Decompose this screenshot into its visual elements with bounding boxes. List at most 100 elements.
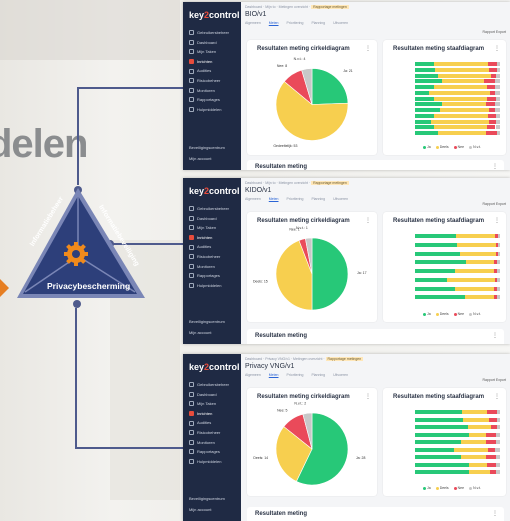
sidebar-item-inrichten[interactable]: Inrichten (183, 57, 241, 67)
tab-prioritering[interactable]: Prioritering (287, 373, 304, 377)
sidebar-item-monitoren[interactable]: Monitoren (183, 438, 241, 448)
sidebar-item-label: Gebruikersbeheer (197, 30, 230, 35)
bar-segment (489, 67, 497, 72)
sidebar-item-inrichten[interactable]: Inrichten (183, 409, 241, 419)
sidebar-item-dashboard[interactable]: Dashboard (183, 214, 241, 224)
bar-row (415, 432, 500, 437)
pie-card-menu-icon[interactable]: ⋮ (365, 393, 371, 400)
breadcrumb[interactable]: Dashboard · Mijn to · Metingen overzicht… (241, 178, 510, 185)
bar-chart (415, 62, 500, 137)
bar-segment (434, 113, 488, 118)
bar-segment (488, 108, 496, 113)
tab-planning[interactable]: Planning (311, 373, 325, 377)
sidebar-item-gebruikersbeheer[interactable]: Gebruikersbeheer (183, 28, 241, 38)
tab-planning[interactable]: Planning (311, 21, 325, 25)
sidebar-item-audities[interactable]: Audities (183, 66, 241, 76)
app-window-3: key2control Gebruikersbeheer Dashboard Mij… (183, 354, 510, 521)
pie-chart-card: Resultaten meting cirkeldiagram ⋮ Ja: 28… (247, 388, 377, 496)
sidebar-item-label: Gebruikersbeheer (197, 382, 230, 387)
sidebar-item-mijn-taken[interactable]: Mijn Taken (183, 399, 241, 409)
tab-planning[interactable]: Planning (311, 197, 325, 201)
bar-chart-title: Resultaten meting staafdiagram (393, 394, 485, 400)
sidebar: key2control Gebruikersbeheer Dashboard Mij… (183, 354, 241, 521)
tab-meten[interactable]: Meten (269, 373, 279, 377)
sidebar-item-gebruikersbeheer[interactable]: Gebruikersbeheer (183, 204, 241, 214)
bar-row (415, 113, 500, 118)
sidebar-footer-item[interactable]: Beveiligingscentrum (189, 493, 225, 504)
nav-icon (189, 244, 194, 250)
key2control-logo[interactable]: key2control (183, 178, 241, 196)
bar-segment (455, 234, 496, 238)
bar-card-menu-icon[interactable]: ⋮ (494, 393, 500, 400)
sidebar-item-gebruikersbeheer[interactable]: Gebruikersbeheer (183, 380, 241, 390)
sidebar-item-rapportages[interactable]: Rapportages (183, 271, 241, 281)
tab-prioritering[interactable]: Prioritering (287, 21, 304, 25)
sidebar-item-inrichten[interactable]: Inrichten (183, 233, 241, 243)
sidebar-item-audities[interactable]: Audities (183, 242, 241, 252)
app-window-1: key2control Gebruikersbeheer Dashboard Mij… (183, 2, 510, 170)
sidebar-item-hulpmiddelen[interactable]: Hulpmiddelen (183, 105, 241, 115)
bar-segment (415, 234, 456, 238)
sidebar-item-hulpmiddelen[interactable]: Hulpmiddelen (183, 281, 241, 291)
results-card-menu-icon[interactable]: ⋮ (492, 510, 498, 517)
tab-uitvoeren[interactable]: Uitvoeren (333, 373, 348, 377)
bar-segment (415, 462, 470, 467)
bar-segment (496, 295, 500, 300)
export-button[interactable]: Rapport Export (482, 30, 506, 34)
sidebar-item-hulpmiddelen[interactable]: Hulpmiddelen (183, 457, 241, 467)
results-card-menu-icon[interactable]: ⋮ (492, 332, 498, 339)
breadcrumb[interactable]: Dashboard · Privacy VNG/v1 · Metingen ov… (241, 354, 510, 361)
sidebar-footer-item[interactable]: Mijn account (189, 153, 225, 164)
sidebar-item-label: Hulpmiddelen (197, 458, 222, 464)
pie-card-menu-icon[interactable]: ⋮ (365, 217, 371, 224)
sidebar-item-rapportages[interactable]: Rapportages (183, 447, 241, 457)
sidebar-nav: Gebruikersbeheer Dashboard Mijn Taken Inric… (183, 380, 241, 466)
sidebar-item-risicobeheer[interactable]: Risicobeheer (183, 76, 241, 86)
sidebar-item-mijn-taken[interactable]: Mijn Taken (183, 223, 241, 233)
bar-card-menu-icon[interactable]: ⋮ (494, 217, 500, 224)
export-button[interactable]: Rapport Export (482, 378, 506, 382)
sidebar-footer-item[interactable]: Beveiligingscentrum (189, 316, 225, 327)
pie-card-menu-icon[interactable]: ⋮ (365, 45, 371, 52)
sidebar-item-monitoren[interactable]: Monitoren (183, 86, 241, 96)
bar-segment (486, 85, 496, 90)
bar-card-menu-icon[interactable]: ⋮ (494, 45, 500, 52)
bar-segment (497, 410, 500, 414)
bar-segment (415, 425, 468, 430)
results-card-menu-icon[interactable]: ⋮ (492, 163, 498, 170)
breadcrumb[interactable]: Dashboard · Mijn to · Metingen overzicht… (241, 2, 510, 9)
tab-uitvoeren[interactable]: Uitvoeren (333, 21, 348, 25)
bar-row (415, 269, 500, 273)
sidebar-item-dashboard[interactable]: Dashboard (183, 390, 241, 400)
sidebar-item-risicobeheer[interactable]: Risicobeheer (183, 428, 241, 438)
export-button[interactable]: Rapport Export (482, 202, 506, 206)
sidebar-item-label: Audities (197, 244, 212, 250)
bar-segment (415, 90, 430, 95)
sidebar-item-rapportages[interactable]: Rapportages (183, 95, 241, 105)
sidebar-item-risicobeheer[interactable]: Risicobeheer (183, 252, 241, 262)
bar-row (415, 67, 500, 72)
tab-algemeen[interactable]: Algemeen (245, 197, 261, 201)
sidebar-footer-item[interactable]: Mijn account (189, 327, 225, 338)
bar-segment (433, 85, 487, 90)
sidebar-item-audities[interactable]: Audities (183, 418, 241, 428)
tab-algemeen[interactable]: Algemeen (245, 373, 261, 377)
sidebar-item-mijn-taken[interactable]: Mijn Taken (183, 47, 241, 57)
sidebar-footer-item[interactable]: Beveiligingscentrum (189, 142, 225, 153)
legend-item: N.v.t. (469, 145, 481, 149)
bar-segment (415, 102, 442, 107)
sidebar-footer-item[interactable]: Mijn account (189, 504, 225, 515)
bar-segment (488, 417, 498, 422)
pie-chart-title: Resultaten meting cirkeldiagram (257, 218, 350, 224)
tab-algemeen[interactable]: Algemeen (245, 21, 261, 25)
tab-uitvoeren[interactable]: Uitvoeren (333, 197, 348, 201)
tab-meten[interactable]: Meten (269, 197, 279, 201)
sidebar-item-monitoren[interactable]: Monitoren (183, 262, 241, 272)
tab-prioritering[interactable]: Prioritering (287, 197, 304, 201)
key2control-logo[interactable]: key2control (183, 2, 241, 20)
sidebar-item-dashboard[interactable]: Dashboard (183, 38, 241, 48)
pie-label-2: Gedeeltelijk: 53 (273, 144, 297, 148)
key2control-logo[interactable]: key2control (183, 354, 241, 372)
tab-meten[interactable]: Meten (269, 21, 279, 25)
bar-segment (431, 119, 489, 124)
